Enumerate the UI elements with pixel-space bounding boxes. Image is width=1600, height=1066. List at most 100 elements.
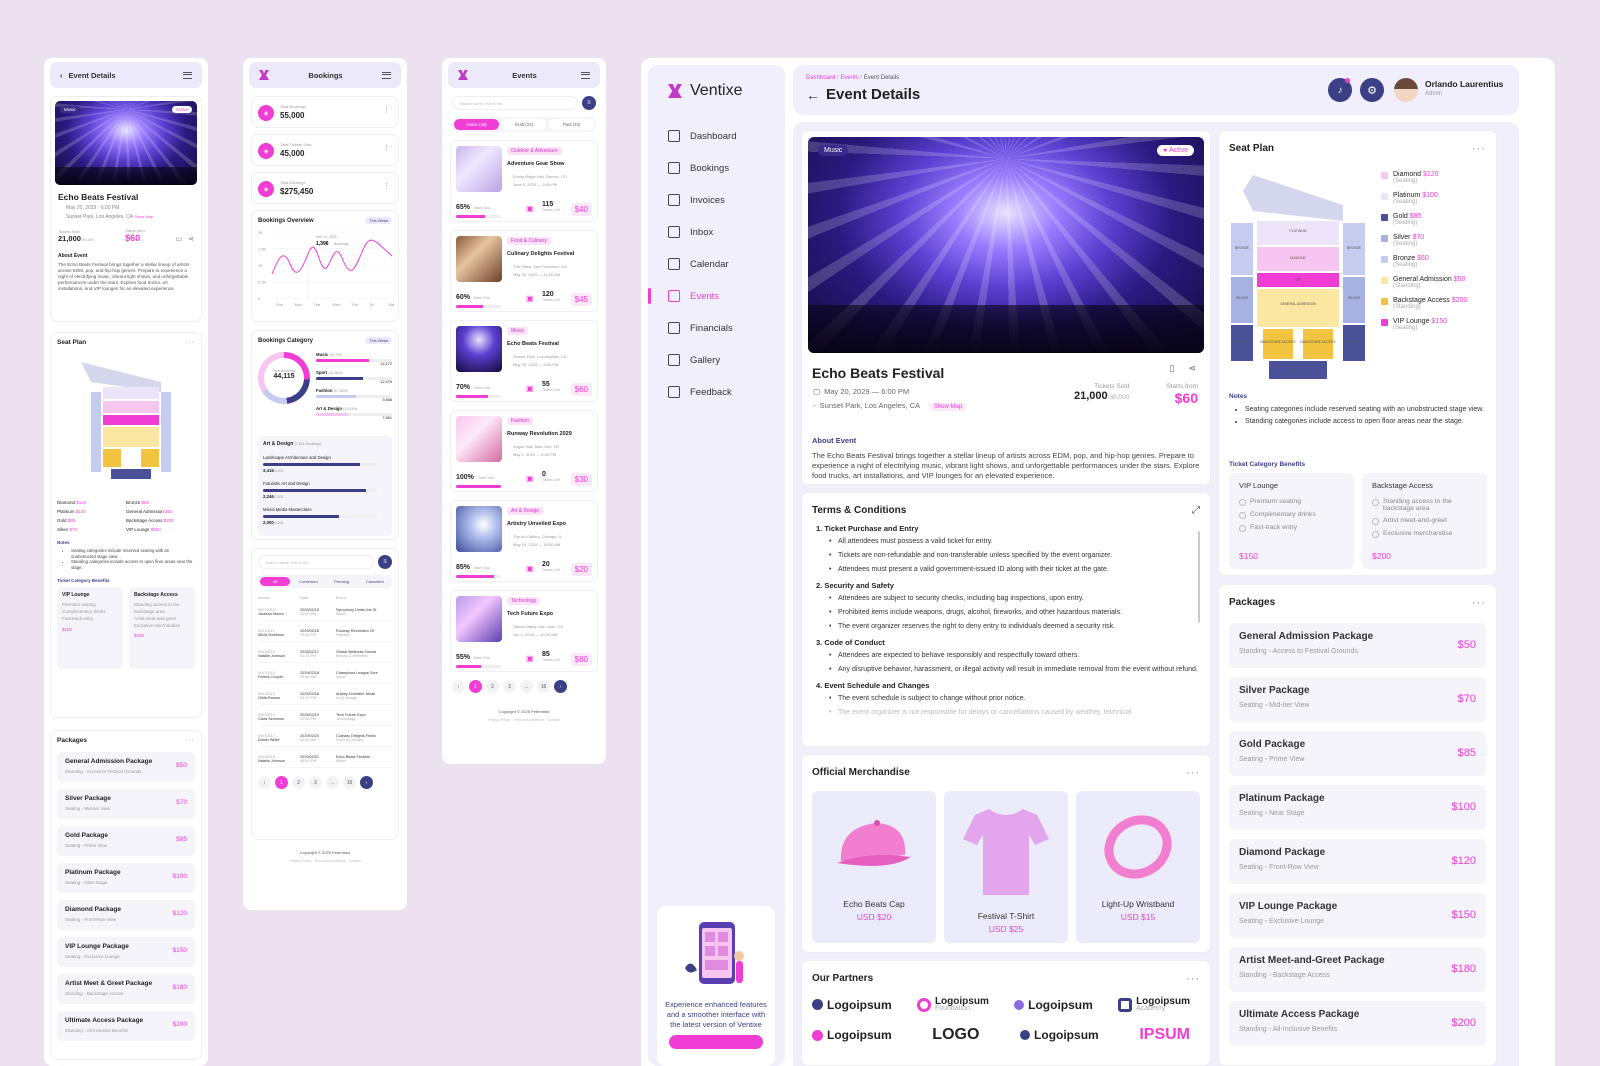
package-item[interactable]: Diamond Package Seating ◦ Front-Row View $… bbox=[1229, 839, 1486, 884]
merch-item[interactable]: Light-Up Wristband USD $15 bbox=[1076, 791, 1200, 943]
merch-item[interactable]: Echo Beats Cap USD $20 bbox=[812, 791, 936, 943]
more-icon[interactable]: ··· bbox=[1186, 767, 1200, 779]
sidebar-item-feedback[interactable]: Feedback bbox=[648, 376, 785, 408]
menu-icon[interactable] bbox=[381, 71, 391, 79]
event-card[interactable]: Food & Culinary Culinary Delights Festiva… bbox=[450, 230, 598, 312]
search-input[interactable]: Search name, event, etc bbox=[452, 96, 578, 110]
page-button[interactable]: 1 bbox=[469, 680, 482, 693]
prev-page-button[interactable]: ‹ bbox=[258, 776, 271, 789]
menu-icon[interactable] bbox=[183, 71, 192, 79]
more-icon[interactable]: ··· bbox=[1186, 973, 1200, 985]
footer-link[interactable]: Term and conditions bbox=[314, 859, 345, 863]
page-button[interactable]: 16 bbox=[537, 680, 550, 693]
more-icon[interactable]: ⋮ bbox=[383, 182, 390, 190]
package-item[interactable]: Silver Package Seating ◦ Mid-tier View $70 bbox=[57, 789, 195, 819]
more-icon[interactable]: ··· bbox=[185, 737, 195, 744]
package-item[interactable]: Ultimate Access Package Standing ◦ All-In… bbox=[1229, 1001, 1486, 1046]
package-item[interactable]: Platinum Package Seating ◦ Near Stage $100 bbox=[1229, 785, 1486, 830]
settings-gear-icon[interactable]: ⚙ bbox=[1360, 78, 1384, 102]
expand-icon[interactable]: ⤢ bbox=[1192, 505, 1200, 516]
footer-link[interactable]: Privacy Policy bbox=[289, 859, 311, 863]
sidebar-item-invoices[interactable]: Invoices bbox=[648, 184, 785, 216]
table-row[interactable]: INV10015 Gilda Ramos 2029/02/18 04:00 PM Art… bbox=[258, 692, 392, 705]
package-item[interactable]: Ultimate Access Package Standing ◦ All-In… bbox=[57, 1011, 195, 1041]
share-icon[interactable]: ⋖ bbox=[1188, 363, 1196, 374]
show-map-link[interactable]: Show Map bbox=[929, 403, 967, 411]
tab-cancelled[interactable]: Cancelled bbox=[360, 577, 390, 586]
footer-link[interactable]: Term and conditions bbox=[513, 718, 544, 722]
footer-link[interactable]: Privacy Policy bbox=[488, 718, 510, 722]
package-item[interactable]: Artist Meet-and-Greet Package Standing ◦ … bbox=[1229, 947, 1486, 992]
package-item[interactable]: VIP Lounge Package Seating ◦ Exclusive Lo… bbox=[1229, 893, 1486, 938]
next-page-button[interactable]: › bbox=[360, 776, 373, 789]
event-card[interactable]: Art & Design Artistry Unveiled Expo The Ar… bbox=[450, 500, 598, 582]
package-item[interactable]: Silver Package Seating ◦ Mid-tier View $70 bbox=[1229, 677, 1486, 722]
sidebar-item-dashboard[interactable]: Dashboard bbox=[648, 120, 785, 152]
sidebar-item-bookings[interactable]: Bookings bbox=[648, 152, 785, 184]
merch-item[interactable]: Festival T-Shirt USD $25 bbox=[944, 791, 1068, 943]
table-row[interactable]: INV10012 Jackson Moore 2029/02/15 10:00 AM S… bbox=[258, 608, 392, 621]
page-button[interactable]: 16 bbox=[343, 776, 356, 789]
back-arrow-icon[interactable]: ‹ bbox=[60, 71, 63, 80]
package-item[interactable]: Platinum Package Seating ◦ Near Stage $100 bbox=[57, 863, 195, 893]
package-item[interactable]: VIP Lounge Package Seating ◦ Exclusive Lo… bbox=[57, 937, 195, 967]
page-button[interactable]: 2 bbox=[292, 776, 305, 789]
event-card[interactable]: Outdoor & Adventure Adventure Gear Show Ro… bbox=[450, 140, 598, 222]
table-row[interactable]: INV10018 Natalie Johnson 2029/02/21 06:00 P… bbox=[258, 755, 392, 768]
sidebar-item-events[interactable]: Events bbox=[648, 280, 785, 312]
table-row[interactable]: INV10012 Alicia Smithson 2029/02/16 03:45 P… bbox=[258, 629, 392, 642]
tab-pending[interactable]: Pending bbox=[327, 577, 357, 586]
footer-link[interactable]: Contact bbox=[548, 718, 560, 722]
show-map-link[interactable]: Show Map bbox=[134, 214, 153, 219]
table-row[interactable]: INV10016 Clara Simmons 2029/02/19 12:00 PM T… bbox=[258, 713, 392, 726]
back-arrow-icon[interactable]: ← bbox=[806, 87, 820, 103]
more-icon[interactable]: ⋮ bbox=[383, 144, 390, 152]
page-button[interactable]: 3 bbox=[503, 680, 516, 693]
more-icon[interactable]: ··· bbox=[1472, 597, 1486, 609]
sidebar-item-inbox[interactable]: Inbox bbox=[648, 216, 785, 248]
page-button[interactable]: 3 bbox=[309, 776, 322, 789]
page-button[interactable]: 1 bbox=[275, 776, 288, 789]
table-row[interactable]: INV10017 Daniel White 2029/02/20 10:00 AM Cu… bbox=[258, 734, 392, 747]
package-item[interactable]: Gold Package Seating ◦ Prime View $85 bbox=[1229, 731, 1486, 776]
event-tab[interactable]: Draft (22) bbox=[501, 119, 547, 130]
filter-button[interactable]: ≡ bbox=[582, 96, 596, 110]
sidebar-item-calendar[interactable]: Calendar bbox=[648, 248, 785, 280]
tab-confirmed[interactable]: Confirmed bbox=[293, 577, 323, 586]
event-tab[interactable]: Active (48) bbox=[454, 119, 499, 130]
table-row[interactable]: INV10013 Natalie Johnson 2029/02/17 01:15 P… bbox=[258, 650, 392, 663]
table-row[interactable]: INV10014 Patrick Cooper 2029/02/18 09:30 AM… bbox=[258, 671, 392, 684]
bookmark-icon[interactable]: ▭ bbox=[176, 235, 183, 243]
more-icon[interactable]: ··· bbox=[1472, 143, 1486, 155]
menu-icon[interactable] bbox=[580, 71, 590, 79]
share-icon[interactable]: ⋖ bbox=[188, 235, 194, 243]
breadcrumb-dashboard[interactable]: Dashboard bbox=[806, 75, 835, 81]
package-item[interactable]: Artist Meet & Greet Package Standing ◦ Ba… bbox=[57, 974, 195, 1004]
search-input[interactable]: Search name, event, etc bbox=[258, 555, 374, 569]
upgrade-button[interactable] bbox=[669, 1035, 763, 1050]
filter-dropdown[interactable]: This Week bbox=[365, 337, 392, 344]
event-card[interactable]: Technology Tech Future Expo Silicon Valley… bbox=[450, 590, 598, 672]
package-item[interactable]: Gold Package Seating ◦ Prime View $85 bbox=[57, 826, 195, 856]
page-button[interactable]: 2 bbox=[486, 680, 499, 693]
filter-button[interactable]: ≡ bbox=[378, 555, 392, 569]
tab-all[interactable]: All bbox=[260, 577, 291, 586]
page-button[interactable]: ... bbox=[326, 776, 339, 789]
sidebar-item-gallery[interactable]: Gallery bbox=[648, 344, 785, 376]
breadcrumb-events[interactable]: Events bbox=[840, 75, 858, 81]
prev-page-button[interactable]: ‹ bbox=[452, 680, 465, 693]
next-page-button[interactable]: › bbox=[554, 680, 567, 693]
package-item[interactable]: Diamond Package Seating ◦ Front-Row View $… bbox=[57, 900, 195, 930]
more-icon[interactable]: ··· bbox=[185, 339, 195, 346]
sidebar-item-financials[interactable]: Financials bbox=[648, 312, 785, 344]
terms-scrollbar[interactable] bbox=[1198, 531, 1200, 623]
filter-dropdown[interactable]: This Week bbox=[365, 217, 392, 224]
footer-link[interactable]: Contact bbox=[349, 859, 361, 863]
bookmark-icon[interactable]: ▯ bbox=[1170, 363, 1175, 374]
package-item[interactable]: General Admission Package Standing ◦ Acce… bbox=[1229, 623, 1486, 668]
event-card[interactable]: Fashion Runway Revolution 2029 Vogue Hall,… bbox=[450, 410, 598, 492]
avatar[interactable] bbox=[1394, 78, 1418, 102]
event-card[interactable]: Music Echo Beats Festival Sunset Park, Los… bbox=[450, 320, 598, 402]
event-tab[interactable]: Past (32) bbox=[549, 119, 595, 130]
page-button[interactable]: ... bbox=[520, 680, 533, 693]
